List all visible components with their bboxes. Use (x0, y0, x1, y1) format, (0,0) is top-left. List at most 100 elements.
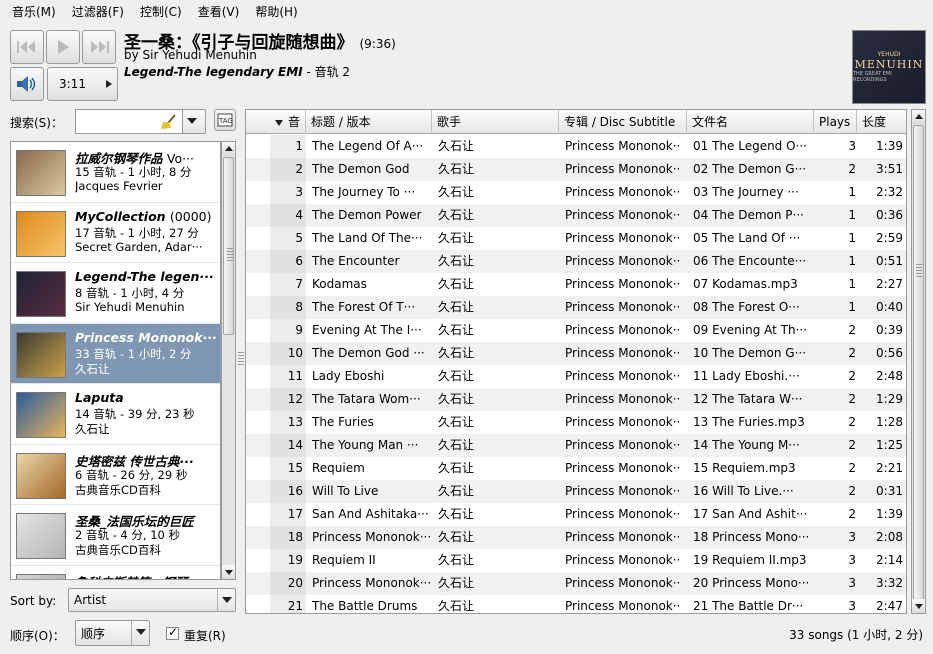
album-item[interactable]: 鲁科夫斯基第一钢琴··· (11, 566, 220, 579)
order-select[interactable]: 顺序 (75, 620, 150, 646)
menu-filter[interactable]: 过滤器(F) (64, 0, 132, 24)
cell-title: The Demon God (312, 162, 410, 176)
table-row[interactable]: 9 Evening At The I··· 久石让 Princess Mononok·… (246, 319, 906, 342)
cell-length: 2:48 (876, 369, 903, 383)
album-title: MyCollection (0000) (75, 209, 219, 224)
play-button[interactable] (46, 30, 80, 64)
cell-track-number: 1 (295, 139, 303, 153)
table-row[interactable]: 5 The Land Of The··· 久石让 Princess Mononok··… (246, 227, 906, 250)
table-row[interactable]: 21 The Battle Drums 久石让 Princess Mononok···… (246, 595, 906, 613)
search-history-dropdown[interactable] (182, 109, 206, 134)
album-item[interactable]: 拉威尔钢琴作品 Vo··· 15 音轨 - 1 小时, 8 分 Jacques Fe… (11, 142, 220, 203)
cell-length: 1:39 (876, 139, 903, 153)
scroll-up-arrow[interactable] (222, 142, 235, 156)
cell-track-number: 6 (295, 254, 303, 268)
menubar: 音乐(M) 过滤器(F) 控制(C) 查看(V) 帮助(H) (0, 0, 933, 24)
album-item[interactable]: Princess Mononok··· 33 音轨 - 1 小时, 2 分久石让 (11, 323, 220, 384)
cell-plays: 1 (848, 277, 856, 291)
col-track-number[interactable]: 音 (270, 110, 306, 134)
menu-music[interactable]: 音乐(M) (4, 0, 64, 24)
table-row[interactable]: 2 The Demon God 久石让 Princess Mononok··· 02 T… (246, 158, 906, 181)
col-artist[interactable]: 歌手 (432, 110, 559, 134)
table-row[interactable]: 3 The Journey To ··· 久石让 Princess Mononok··… (246, 181, 906, 204)
splitter-grip-right[interactable] (916, 264, 922, 278)
cell-title: Lady Eboshi (312, 369, 385, 383)
album-thumbnail (16, 392, 66, 438)
repeat-checkbox[interactable] (166, 625, 179, 640)
album-info: 2 音轨 - 4 分, 10 秒 (75, 528, 181, 542)
scroll-thumb[interactable] (223, 157, 234, 335)
col-title[interactable]: 标题 / 版本 (306, 110, 432, 134)
album-thumbnail (16, 331, 66, 378)
menu-control[interactable]: 控制(C) (132, 0, 190, 24)
album-year: (0000) (169, 208, 212, 224)
table-row[interactable]: 13 The Furies 久石让 Princess Mononok··· 13 The… (246, 411, 906, 434)
menu-help[interactable]: 帮助(H) (247, 0, 305, 24)
next-button[interactable] (82, 30, 116, 64)
album-item[interactable]: MyCollection (0000) 17 音轨 - 1 小时, 27 分 Sec… (11, 203, 220, 263)
cell-track-number: 11 (287, 369, 303, 383)
splitter-grip-left[interactable] (227, 248, 233, 262)
col-length[interactable]: 长度 (857, 110, 906, 134)
table-row[interactable]: 6 The Encounter 久石让 Princess Mononok··· 06 T… (246, 250, 906, 273)
sort-by-select[interactable]: Artist (68, 588, 236, 612)
cell-album: Princess Mononok··· (565, 415, 681, 429)
album-title-text: Laputa (75, 390, 124, 405)
cell-artist: 久石让 (438, 300, 475, 314)
menu-view[interactable]: 查看(V) (190, 0, 248, 24)
table-row[interactable]: 18 Princess Mononok··· 久石让 Princess Mononok… (246, 526, 906, 549)
table-row[interactable]: 14 The Young Man ··· 久石让 Princess Mononok··… (246, 434, 906, 457)
table-row[interactable]: 12 The Tatara Wom··· 久石让 Princess Mononok··… (246, 388, 906, 411)
cell-plays: 1 (848, 254, 856, 268)
album-list[interactable]: 拉威尔钢琴作品 Vo··· 15 音轨 - 1 小时, 8 分 Jacques Fe… (10, 141, 221, 580)
cell-artist: 久石让 (438, 277, 475, 291)
track-table-scrollbar[interactable] (911, 109, 926, 614)
table-row[interactable]: 17 San And Ashitaka··· 久石让 Princess Mononok… (246, 503, 906, 526)
previous-button[interactable] (10, 30, 44, 64)
repeat-label[interactable]: 重复(R) (184, 627, 226, 644)
table-row[interactable]: 7 Kodamas 久石让 Princess Mononok··· 07 Kodamas… (246, 273, 906, 296)
sort-by-label: Sort by: (10, 594, 57, 608)
album-thumbnail (16, 452, 66, 499)
cell-title: Kodamas (312, 277, 367, 291)
cell-artist: 久石让 (438, 553, 475, 567)
album-item[interactable]: Legend-The legen··· 8 音轨 - 1 小时, 4 分 Sir … (11, 263, 220, 324)
cell-plays: 1 (848, 185, 856, 199)
table-row[interactable]: 20 Princess Mononok··· 久石让 Princess Mononok… (246, 572, 906, 595)
table-row[interactable]: 11 Lady Eboshi 久石让 Princess Mononok··· 11 La… (246, 365, 906, 388)
cell-track-number: 17 (287, 507, 303, 521)
table-row[interactable]: 1 The Legend Of A··· 久石让 Princess Mononok··… (246, 135, 906, 158)
cell-plays: 2 (848, 346, 856, 360)
clear-broom-icon[interactable] (160, 113, 178, 131)
scroll-down-arrow[interactable] (912, 599, 925, 613)
cell-plays: 3 (848, 553, 856, 567)
album-item[interactable]: Laputa 14 音轨 - 39 分, 23 秒久石让 (11, 384, 220, 445)
album-item[interactable]: 史塔密兹 传世古典··· 6 音轨 - 26 分, 29 秒古典音乐CD百科 (11, 445, 220, 505)
table-row[interactable]: 15 Requiem 久石让 Princess Mononok··· 15 Requie… (246, 457, 906, 480)
col-album[interactable]: 专辑 / Disc Subtitle (559, 110, 687, 134)
table-row[interactable]: 8 The Forest Of T··· 久石让 Princess Mononok··… (246, 296, 906, 319)
col-filename[interactable]: 文件名 (687, 110, 814, 134)
album-item[interactable]: 圣桑_法国乐坛的巨匠 2 音轨 - 4 分, 10 秒古典音乐CD百科 (11, 505, 220, 566)
col-plays[interactable]: Plays (814, 110, 857, 134)
track-table[interactable]: 音 标题 / 版本 歌手 专辑 / Disc Subtitle 文件名 Play… (245, 109, 907, 614)
cell-artist: 久石让 (438, 392, 475, 406)
table-row[interactable]: 4 The Demon Power 久石让 Princess Mononok··· 04… (246, 204, 906, 227)
tag-filter-button[interactable]: TAG (214, 109, 236, 131)
cell-track-number: 15 (287, 461, 303, 475)
album-list-scrollbar[interactable] (221, 141, 236, 580)
time-display-button[interactable]: 3:11 (47, 67, 118, 101)
cell-artist: 久石让 (438, 461, 475, 475)
table-row[interactable]: 19 Requiem II 久石让 Princess Mononok··· 19 Req… (246, 549, 906, 572)
search-input[interactable] (75, 109, 183, 134)
cell-track-number: 2 (295, 162, 303, 176)
table-row[interactable]: 16 Will To Live 久石让 Princess Mononok··· 16 W… (246, 480, 906, 503)
cell-filename: 18 Princess Mono··· (693, 530, 808, 544)
table-row[interactable]: 10 The Demon God ··· 久石让 Princess Mononok··… (246, 342, 906, 365)
scroll-up-arrow[interactable] (912, 110, 925, 124)
pane-splitter-grip[interactable] (238, 352, 244, 366)
cell-length: 2:27 (876, 277, 903, 291)
scroll-down-arrow[interactable] (222, 565, 235, 579)
scroll-thumb[interactable] (913, 125, 924, 601)
volume-button[interactable] (10, 67, 44, 101)
